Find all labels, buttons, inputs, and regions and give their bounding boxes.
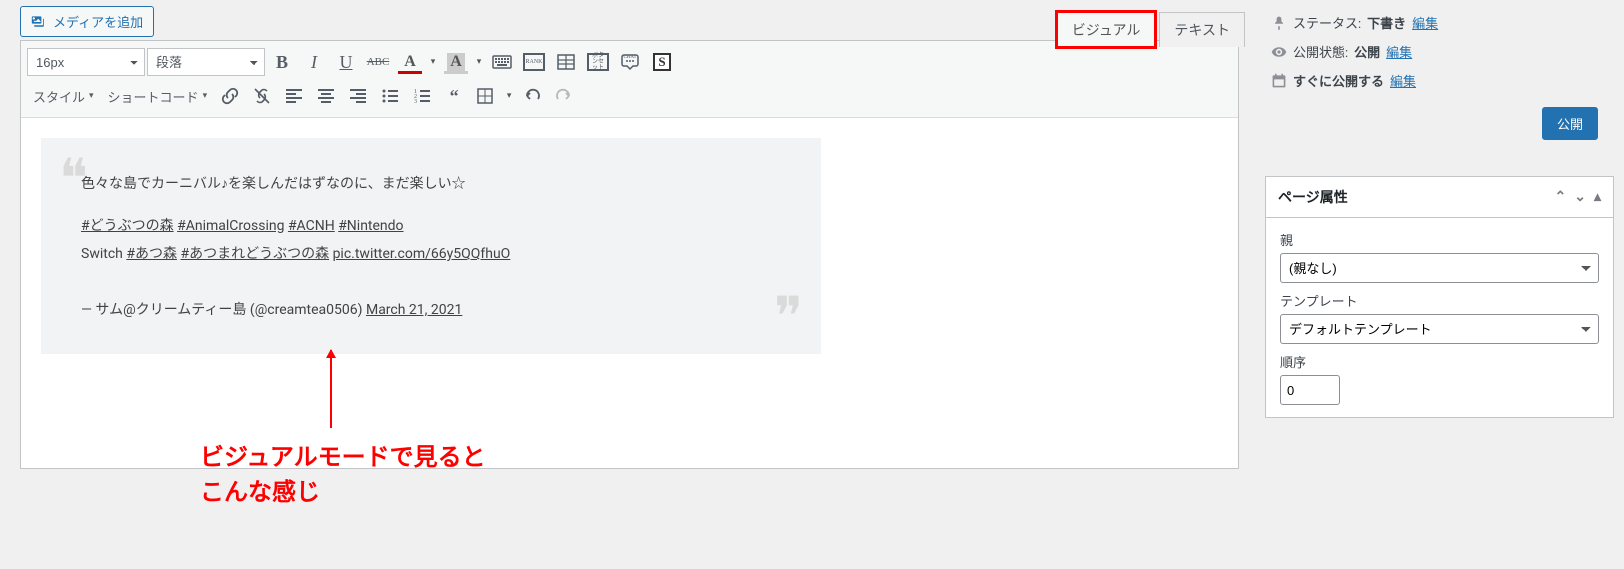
redo-button[interactable] <box>549 81 579 111</box>
text-color-button[interactable]: A <box>395 47 425 77</box>
tab-text[interactable]: テキスト <box>1159 12 1245 47</box>
format-select[interactable]: 段落 <box>147 48 265 76</box>
quote-line-2: Switch #あつ森 #あつまれどうぶつの森 pic.twitter.com/… <box>81 240 781 268</box>
numbered-list-button[interactable]: 123 <box>407 81 437 111</box>
unlink-button[interactable] <box>247 81 277 111</box>
parent-label: 親 <box>1280 230 1599 249</box>
keyboard-icon[interactable] <box>487 47 517 77</box>
date-link[interactable]: March 21, 2021 <box>366 302 462 318</box>
svg-text:3: 3 <box>414 99 417 105</box>
toolbar: 16px 段落 B I U ABC A ▾ A ▾ RANK ボタンセット CH… <box>21 41 1238 118</box>
font-size-select[interactable]: 16px <box>27 48 145 76</box>
chat-icon[interactable]: CHAT <box>615 47 645 77</box>
s-box-icon[interactable]: S <box>647 47 677 77</box>
blockquote-embed: ❝ 色々な島でカーニバル♪を楽しんだはずなのに、まだ楽しい☆ #どうぶつの森 #… <box>41 138 821 354</box>
order-label: 順序 <box>1280 352 1599 371</box>
table-icon[interactable] <box>551 47 581 77</box>
status-label: ステータス: <box>1293 13 1361 32</box>
panel-title: ページ属性 <box>1278 187 1348 207</box>
panel-move-up[interactable]: ⌃ <box>1555 189 1567 205</box>
blockquote-button[interactable]: “ <box>439 81 469 111</box>
underline-button[interactable]: U <box>331 47 361 77</box>
add-media-label: メディアを追加 <box>53 12 143 31</box>
editor: 16px 段落 B I U ABC A ▾ A ▾ RANK ボタンセット CH… <box>20 40 1239 469</box>
hashtag-link[interactable]: #あつ森 <box>126 246 177 262</box>
bg-color-dropdown[interactable]: ▾ <box>473 57 485 67</box>
tab-visual[interactable]: ビジュアル <box>1057 12 1156 47</box>
publish-button[interactable]: 公開 <box>1542 107 1598 140</box>
hashtag-link[interactable]: #Nintendo <box>338 218 403 234</box>
hashtag-link[interactable]: #ACNH <box>288 218 335 234</box>
edit-status-link[interactable]: 編集 <box>1412 13 1438 32</box>
media-icon <box>31 14 47 30</box>
publish-box: ステータス: 下書き 編集 公開状態: 公開 編集 すぐに公開する 編集 公開 <box>1265 4 1614 160</box>
align-left-button[interactable] <box>279 81 309 111</box>
bg-color-button[interactable]: A <box>441 47 471 77</box>
insert-table-button[interactable] <box>471 81 501 111</box>
edit-schedule-link[interactable]: 編集 <box>1390 71 1416 90</box>
quote-signature: — サム@クリームティー島 (@creamtea0506) March 21, … <box>81 296 781 324</box>
hashtag-link[interactable]: #どうぶつの森 <box>81 218 174 234</box>
strikethrough-button[interactable]: ABC <box>363 47 393 77</box>
hashtag-link[interactable]: #AnimalCrossing <box>177 218 284 234</box>
italic-button[interactable]: I <box>299 47 329 77</box>
annotation-arrow <box>330 350 332 428</box>
quote-line-1: 色々な島でカーニバル♪を楽しんだはずなのに、まだ楽しい☆ <box>81 170 781 198</box>
calendar-icon <box>1271 73 1287 89</box>
annotation-text: ビジュアルモードで見ると こんな感じ <box>200 440 486 510</box>
bullet-list-button[interactable] <box>375 81 405 111</box>
shortcode-dropdown[interactable]: ショートコード▾ <box>102 81 214 111</box>
table-dropdown[interactable]: ▾ <box>503 91 515 101</box>
quote-close-icon: ❞ <box>774 290 803 344</box>
panel-move-down[interactable]: ⌄ <box>1574 189 1586 205</box>
visibility-label: 公開状態: <box>1293 42 1348 61</box>
hashtag-link[interactable]: #あつまれどうぶつの森 <box>180 246 329 262</box>
order-input[interactable] <box>1280 375 1340 405</box>
bold-button[interactable]: B <box>267 47 297 77</box>
page-attributes-panel: ページ属性 ⌃ ⌄ ▴ 親 (親なし) テンプレート デフォルトテンプレート 順… <box>1265 176 1614 418</box>
template-label: テンプレート <box>1280 291 1599 310</box>
visibility-icon <box>1271 44 1287 60</box>
style-dropdown[interactable]: スタイル▾ <box>27 81 100 111</box>
edit-visibility-link[interactable]: 編集 <box>1386 42 1412 61</box>
parent-select[interactable]: (親なし) <box>1280 253 1599 283</box>
pic-link[interactable]: pic.twitter.com/66y5QQfhuO <box>333 246 511 262</box>
quote-hashtags: #どうぶつの森 #AnimalCrossing #ACNH #Nintendo <box>81 212 781 240</box>
panel-toggle[interactable]: ▴ <box>1594 189 1601 205</box>
link-button[interactable] <box>215 81 245 111</box>
button-set-icon[interactable]: ボタンセット <box>583 47 613 77</box>
add-media-button[interactable]: メディアを追加 <box>20 6 154 37</box>
schedule-label: すぐに公開する <box>1293 71 1384 90</box>
text-color-dropdown[interactable]: ▾ <box>427 57 439 67</box>
rank-icon[interactable]: RANK <box>519 47 549 77</box>
status-value: 下書き <box>1367 13 1406 32</box>
quote-open-icon: ❝ <box>59 152 88 206</box>
pin-icon <box>1271 15 1287 31</box>
align-center-button[interactable] <box>311 81 341 111</box>
template-select[interactable]: デフォルトテンプレート <box>1280 314 1599 344</box>
align-right-button[interactable] <box>343 81 373 111</box>
visibility-value: 公開 <box>1354 42 1380 61</box>
editor-content[interactable]: ❝ 色々な島でカーニバル♪を楽しんだはずなのに、まだ楽しい☆ #どうぶつの森 #… <box>21 118 1238 468</box>
undo-button[interactable] <box>517 81 547 111</box>
svg-text:CHAT: CHAT <box>623 55 636 60</box>
